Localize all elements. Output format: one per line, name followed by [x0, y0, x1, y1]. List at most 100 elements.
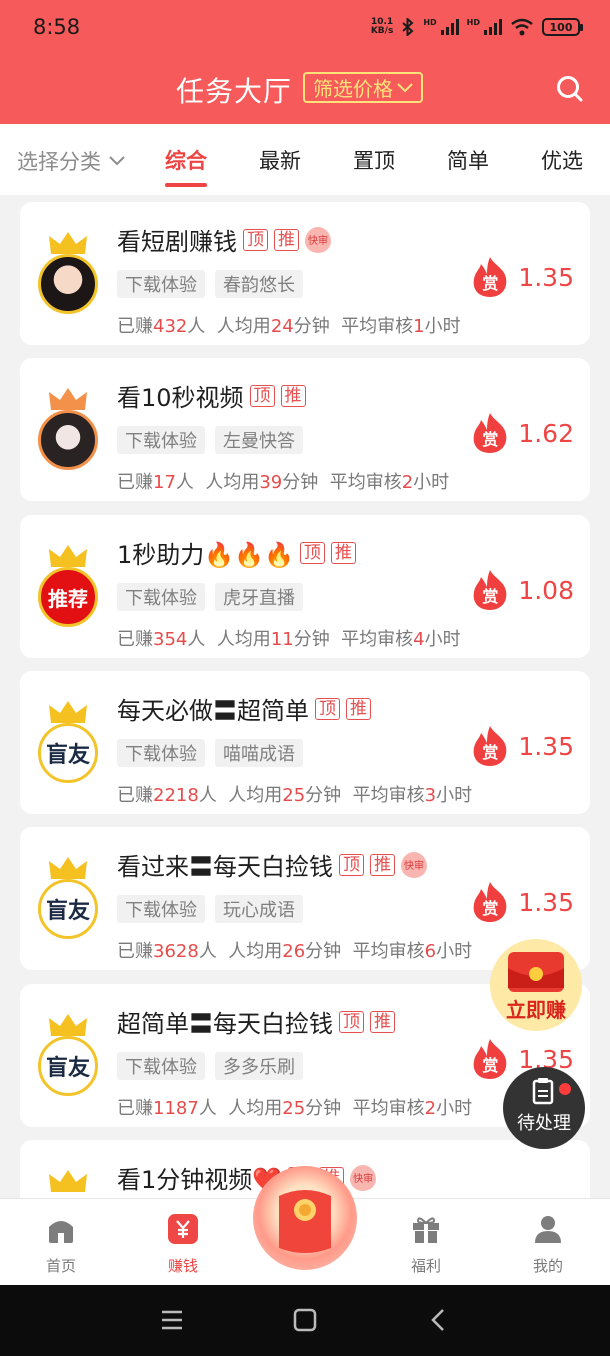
stat-text: 已赚 — [117, 1098, 153, 1119]
stat-text: 分钟 — [305, 941, 342, 962]
task-card[interactable]: 看短剧赚钱 顶 推 快审 下载体验 春韵悠长 已赚432人 人均用24分钟 平均… — [20, 202, 590, 345]
avatar: 盲友 — [38, 723, 98, 783]
review-hours: 2 — [401, 472, 414, 493]
stat-text: 分钟 — [293, 629, 330, 650]
header-bar: 8:58 10.1 KB/s HD HD 100 任务大厅 筛选价格 — [0, 0, 610, 124]
pending-button[interactable]: 待处理 — [503, 1067, 585, 1149]
stat-text: 已赚 — [117, 785, 153, 806]
clipboard-icon — [532, 1078, 554, 1105]
task-title: 看过来〓每天白捡钱 — [117, 853, 333, 881]
task-tags: 下载体验 虎牙直播 — [117, 583, 303, 611]
recommend-badge: 推 — [274, 228, 299, 251]
filter-price-button[interactable]: 筛选价格 — [303, 72, 423, 103]
tag: 左曼快答 — [215, 426, 303, 454]
nav-mine[interactable]: 我的 — [508, 1213, 588, 1276]
reward-flame-icon: 赏 — [470, 256, 510, 298]
task-card[interactable]: 推荐 1秒助力🔥🔥🔥 顶 推 下载体验 虎牙直播 已赚354人 人均用11分钟 … — [20, 515, 590, 658]
stat-text: 小时 — [424, 629, 461, 650]
pending-label: 待处理 — [517, 1113, 571, 1134]
stat-text: 人 — [187, 316, 206, 337]
task-price: 1.35 — [518, 731, 574, 761]
crown-icon — [49, 545, 87, 567]
crown-icon — [49, 1014, 87, 1036]
reward-flame-icon: 赏 — [470, 725, 510, 767]
home-square-icon[interactable] — [293, 1308, 317, 1332]
stat-text: 小时 — [424, 316, 461, 337]
stat-text: 已赚 — [117, 316, 153, 337]
tag: 下载体验 — [117, 583, 205, 611]
task-reward: 赏 1.35 — [470, 725, 574, 767]
stat-text: 平均审核 — [352, 785, 425, 806]
yuan-icon — [168, 1214, 198, 1244]
recommend-badge: 推 — [280, 384, 306, 407]
tab-latest[interactable]: 最新 — [259, 145, 301, 175]
task-avatar: 盲友 — [36, 699, 100, 789]
task-title-row: 每天必做〓超简单 顶 推 — [117, 691, 371, 726]
search-icon[interactable] — [556, 75, 583, 102]
stat-text: 人 — [198, 941, 217, 962]
task-title: 看短剧赚钱 — [117, 228, 237, 256]
quick-review-badge: 快审 — [305, 226, 331, 253]
task-tags: 下载体验 多多乐刷 — [117, 1052, 303, 1080]
task-reward: 赏 1.35 — [470, 256, 574, 298]
recommend-badge: 推 — [346, 697, 371, 720]
avatar: 推荐 — [38, 567, 98, 627]
wifi-icon — [511, 18, 533, 36]
avg-minutes: 26 — [282, 941, 306, 962]
reward-flame-icon: 赏 — [470, 569, 510, 611]
center-red-envelope-button[interactable] — [253, 1166, 357, 1270]
stat-text: 小时 — [436, 941, 473, 962]
task-reward: 赏 1.35 — [470, 881, 574, 923]
avatar: 盲友 — [38, 879, 98, 939]
tab-pinned[interactable]: 置顶 — [353, 145, 395, 175]
tag: 喵喵成语 — [215, 739, 303, 767]
stat-text: 分钟 — [293, 316, 330, 337]
stat-text: 平均审核 — [341, 316, 414, 337]
stat-text: 人均用 — [228, 1098, 283, 1119]
net-speed: 10.1 KB/s — [371, 18, 393, 36]
category-select[interactable]: 选择分类 — [17, 146, 125, 176]
reward-char: 赏 — [482, 274, 499, 293]
earned-count: 2218 — [153, 785, 199, 806]
filter-price-label: 筛选价格 — [313, 77, 393, 101]
earned-count: 17 — [153, 472, 176, 493]
notification-dot — [559, 1083, 571, 1095]
back-icon[interactable] — [429, 1308, 447, 1332]
tab-comprehensive[interactable]: 综合 — [165, 145, 207, 187]
task-title-row: 看过来〓每天白捡钱 顶 推 快审 — [117, 847, 427, 882]
task-avatar: 盲友 — [36, 855, 100, 945]
stat-text: 已赚 — [117, 629, 153, 650]
task-reward: 赏 1.08 — [470, 569, 574, 611]
task-title-row: 超简单〓每天白捡钱 顶 推 — [117, 1004, 395, 1039]
reward-char: 赏 — [482, 587, 499, 606]
recommend-badge: 推 — [370, 1010, 395, 1033]
tag: 下载体验 — [117, 1052, 205, 1080]
tab-featured[interactable]: 优选 — [541, 145, 583, 175]
task-tags: 下载体验 玩心成语 — [117, 895, 303, 923]
task-title-row: 看短剧赚钱 顶 推 快审 — [117, 222, 331, 257]
task-title: 每天必做〓超简单 — [117, 697, 309, 725]
earn-now-button[interactable]: 立即赚 — [486, 938, 586, 1032]
crown-icon — [49, 388, 87, 410]
menu-icon[interactable] — [160, 1309, 184, 1331]
nav-welfare[interactable]: 福利 — [386, 1213, 466, 1276]
stat-text: 人 — [198, 785, 217, 806]
top-badge: 顶 — [339, 853, 364, 876]
task-tags: 下载体验 喵喵成语 — [117, 739, 303, 767]
stat-text: 已赚 — [117, 941, 153, 962]
status-time: 8:58 — [33, 15, 81, 39]
review-hours: 2 — [424, 1098, 437, 1119]
top-badge: 顶 — [299, 541, 325, 564]
hd-icon-2: HD — [466, 18, 480, 27]
tab-simple[interactable]: 简单 — [447, 145, 489, 175]
task-card[interactable]: 看10秒视频 顶 推 下载体验 左曼快答 已赚17人 人均用39分钟 平均审核2… — [20, 358, 590, 501]
earn-now-label: 立即赚 — [506, 998, 566, 1022]
nav-home[interactable]: 首页 — [21, 1213, 101, 1276]
nav-earn-label: 赚钱 — [167, 1257, 198, 1275]
nav-earn[interactable]: 赚钱 — [143, 1213, 223, 1276]
task-card[interactable]: 盲友 每天必做〓超简单 顶 推 下载体验 喵喵成语 已赚2218人 人均用25分… — [20, 671, 590, 814]
task-stats: 已赚3628人 人均用26分钟 平均审核6小时 — [117, 937, 472, 963]
task-price: 1.35 — [518, 262, 574, 292]
stat-text: 平均审核 — [341, 629, 414, 650]
top-badge: 顶 — [243, 228, 268, 251]
